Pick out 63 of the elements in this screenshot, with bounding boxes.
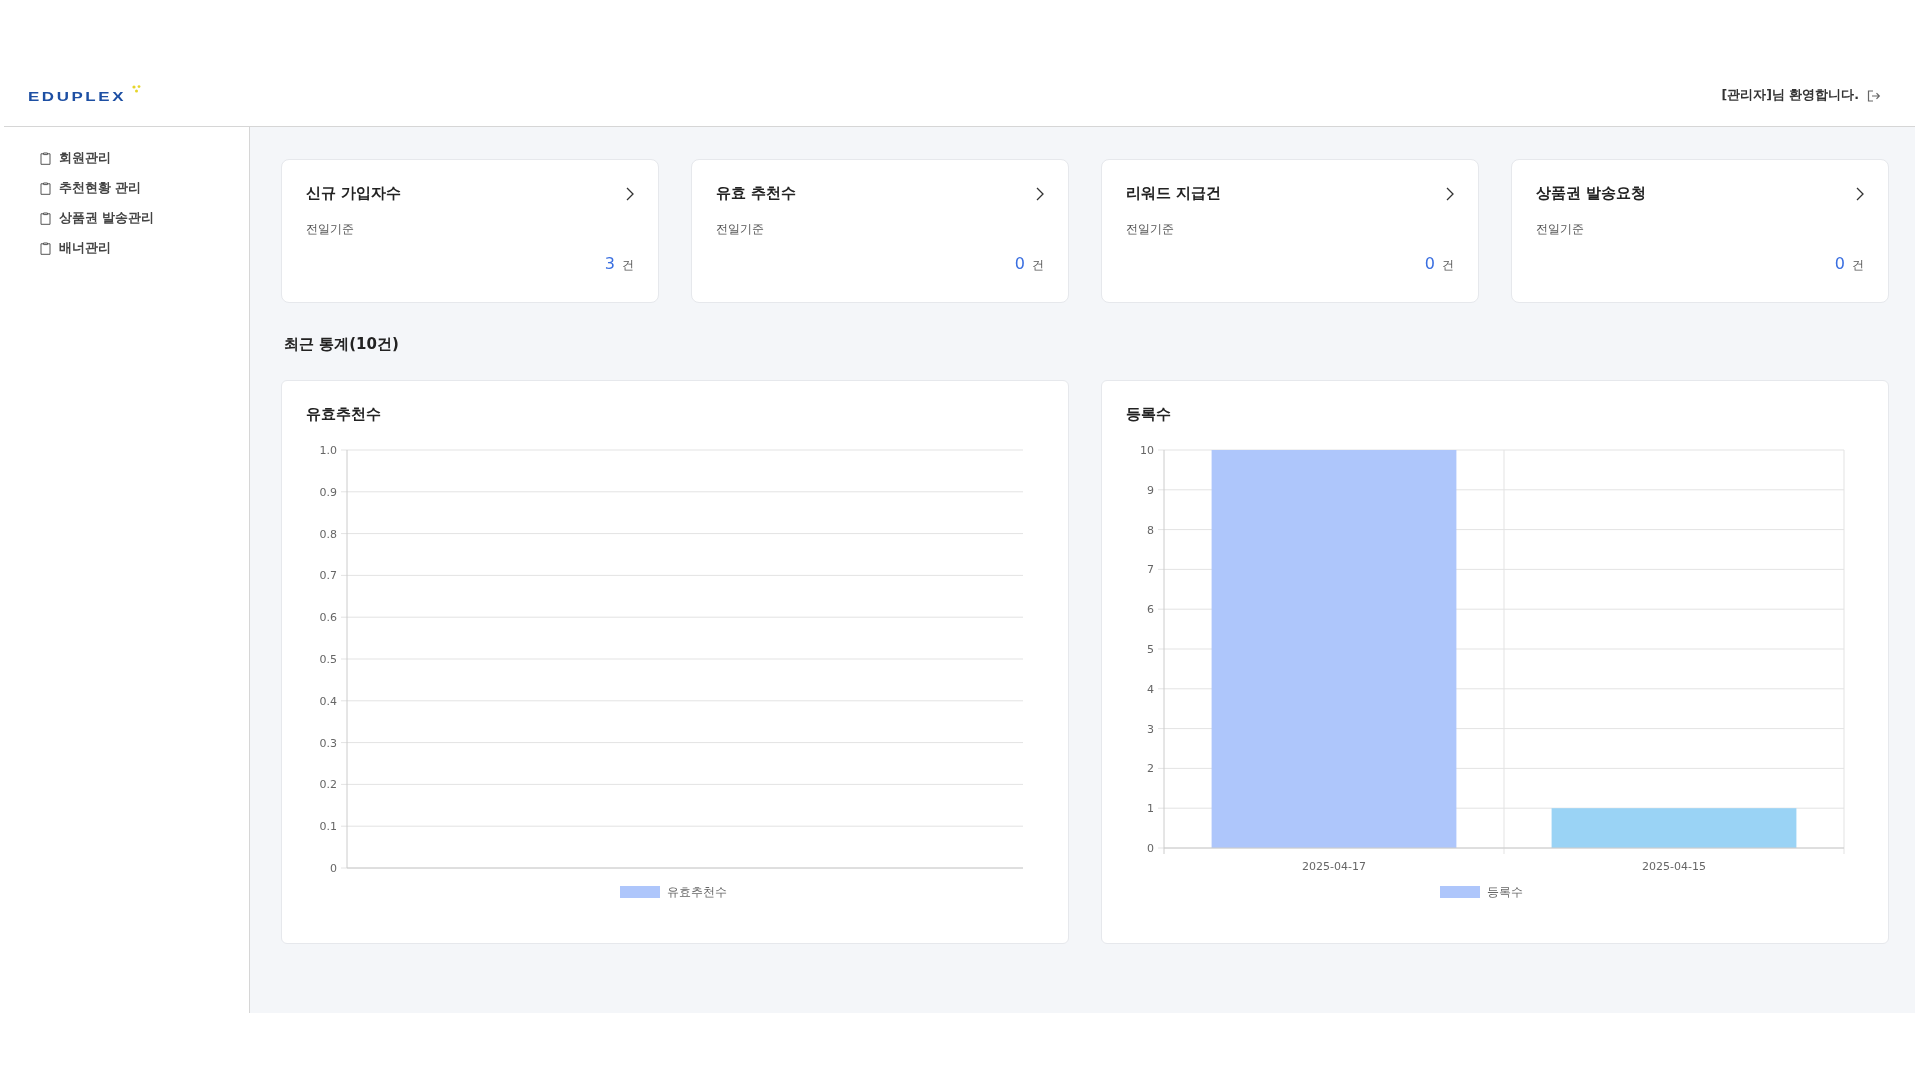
sidebar-item[interactable]: 상품권 발송관리 — [40, 209, 249, 227]
stat-unit: 건 — [622, 257, 634, 274]
y-tick-label: 0 — [330, 862, 337, 875]
stat-unit: 건 — [1852, 257, 1864, 274]
logo-text[interactable]: EDUPLEX — [28, 89, 127, 104]
sidebar-item[interactable]: 회원관리 — [40, 149, 249, 167]
y-tick-label: 0.8 — [319, 527, 337, 541]
legend-swatch — [620, 886, 660, 898]
clipboard-icon — [40, 151, 51, 165]
y-tick-label: 0.9 — [319, 485, 337, 499]
card-subtitle: 전일기준 — [1126, 221, 1175, 238]
sidebar-item[interactable]: 추천현황 관리 — [40, 179, 249, 197]
x-tick-label: 2025-04-17 — [1302, 860, 1366, 873]
card-title: 유효 추천수 — [716, 184, 797, 203]
chart-title: 등록수 — [1126, 405, 1172, 424]
clipboard-icon — [40, 181, 51, 195]
y-tick-label: 0.7 — [319, 569, 337, 583]
y-tick-label: 3 — [1147, 722, 1154, 736]
stat-unit: 건 — [1442, 257, 1454, 274]
card-subtitle: 전일기준 — [716, 221, 765, 238]
card-subtitle: 전일기준 — [306, 221, 355, 238]
chevron-right-icon[interactable] — [626, 186, 634, 201]
y-tick-label: 10 — [1140, 444, 1154, 457]
legend-swatch — [1440, 886, 1480, 898]
y-tick-label: 9 — [1147, 483, 1154, 497]
welcome-text: [관리자]님 환영합니다. — [1721, 87, 1859, 104]
clipboard-icon — [40, 211, 51, 225]
y-tick-label: 0.2 — [319, 778, 337, 792]
y-tick-label: 5 — [1147, 643, 1154, 656]
y-tick-label: 4 — [1147, 682, 1154, 696]
y-tick-label: 0.3 — [319, 736, 337, 750]
card-title: 상품권 발송요청 — [1536, 184, 1647, 203]
y-tick-label: 1.0 — [319, 444, 337, 457]
y-tick-label: 0.5 — [319, 653, 337, 666]
legend-label: 유효추천수 — [667, 885, 727, 899]
y-tick-label: 0.1 — [319, 820, 337, 834]
chevron-right-icon[interactable] — [1446, 186, 1454, 201]
sparkle-icon — [132, 85, 142, 93]
y-tick-label: 6 — [1147, 603, 1154, 617]
y-tick-label: 1 — [1147, 802, 1154, 816]
y-tick-label: 0.6 — [319, 611, 337, 625]
y-tick-label: 8 — [1147, 523, 1154, 537]
sidebar-item[interactable]: 배너관리 — [40, 239, 249, 257]
stat-value: 0 — [1424, 254, 1435, 273]
card-subtitle: 전일기준 — [1536, 221, 1585, 238]
x-tick-label: 2025-04-15 — [1642, 860, 1706, 873]
chevron-right-icon[interactable] — [1856, 186, 1864, 201]
stat-unit: 건 — [1032, 257, 1044, 274]
stat-value: 0 — [1014, 254, 1025, 273]
y-tick-label: 2 — [1147, 762, 1154, 776]
card-title: 신규 가입자수 — [306, 184, 402, 203]
stat-value: 3 — [604, 254, 615, 273]
y-tick-label: 7 — [1147, 563, 1154, 577]
chevron-right-icon[interactable] — [1036, 186, 1044, 201]
legend-label: 등록수 — [1487, 885, 1523, 899]
section-title: 최근 통계(10건) — [284, 335, 400, 354]
stat-value: 0 — [1834, 254, 1845, 273]
clipboard-icon — [40, 241, 51, 255]
card-title: 리워드 지급건 — [1126, 184, 1222, 203]
logout-icon[interactable] — [1867, 89, 1881, 102]
chart-title: 유효추천수 — [306, 405, 382, 424]
y-tick-label: 0 — [1147, 842, 1154, 855]
y-tick-label: 0.4 — [319, 694, 337, 708]
